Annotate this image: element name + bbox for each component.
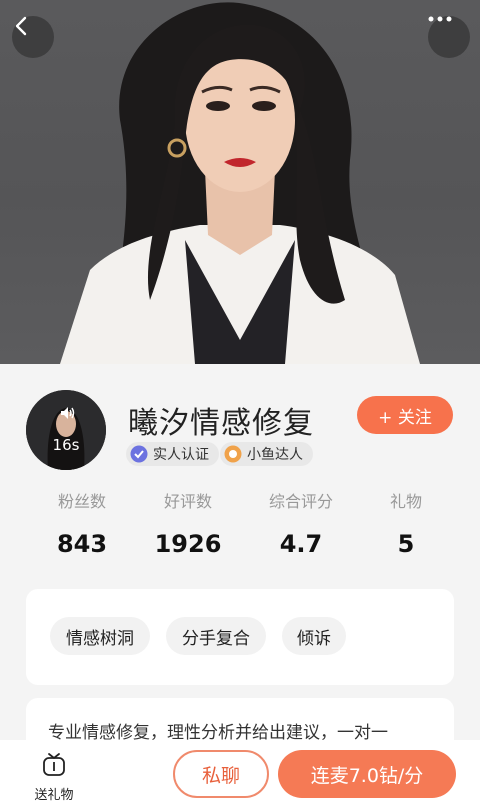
avatar[interactable]: 16s xyxy=(26,390,106,470)
back-button[interactable] xyxy=(12,16,54,58)
stat-label: 粉丝数 xyxy=(57,492,106,511)
stat-value: 4.7 xyxy=(279,530,323,558)
stat-value: 1926 xyxy=(154,530,222,558)
stat-fans: 粉丝数 843 xyxy=(32,488,132,558)
more-icon xyxy=(428,16,452,22)
voice-call-button[interactable]: 连麦7.0钻/分 xyxy=(278,750,456,798)
tag-item[interactable]: 倾诉 xyxy=(282,617,346,655)
follow-button[interactable]: + 关注 xyxy=(357,396,453,434)
tag-item[interactable]: 分手复合 xyxy=(166,617,266,655)
stat-label: 好评数 xyxy=(163,492,212,511)
tag-item[interactable]: 情感树洞 xyxy=(50,617,150,655)
real-person-label: 实人认证 xyxy=(153,447,209,463)
back-icon xyxy=(15,16,27,36)
fish-badge-icon xyxy=(224,445,242,463)
avatar-image xyxy=(26,390,106,470)
more-button[interactable] xyxy=(428,16,470,58)
stat-label: 礼物 xyxy=(389,492,422,511)
stat-value: 5 xyxy=(397,530,415,558)
fish-expert-badge: 小鱼达人 xyxy=(220,442,313,466)
profile-name: 曦汐情感修复 xyxy=(128,406,314,441)
sound-icon xyxy=(61,407,75,419)
gift-icon xyxy=(43,753,65,776)
stat-good-reviews: 好评数 1926 xyxy=(138,488,238,558)
bottom-action-bar: 送礼物 私聊 连麦7.0钻/分 xyxy=(0,740,480,803)
profile-section: 16s 曦汐情感修复 实人认证 小鱼达人 + 关注 粉丝数 843 好评数 19… xyxy=(0,364,480,578)
send-gift-label: 送礼物 xyxy=(34,788,74,803)
voice-duration: 16s xyxy=(52,436,80,454)
private-chat-button[interactable]: 私聊 xyxy=(173,750,269,798)
verified-icon xyxy=(130,445,148,463)
tags-card: 情感树洞 分手复合 倾诉 xyxy=(26,589,454,685)
stats-row: 粉丝数 843 好评数 1926 综合评分 4.7 礼物 5 xyxy=(0,488,480,568)
stat-value: 843 xyxy=(56,530,108,558)
stat-label: 综合评分 xyxy=(268,492,333,511)
stat-rating: 综合评分 4.7 xyxy=(251,488,351,558)
fish-expert-label: 小鱼达人 xyxy=(247,447,303,463)
stat-gifts: 礼物 5 xyxy=(356,488,456,558)
profile-photo xyxy=(0,0,480,364)
send-gift-button[interactable]: 送礼物 xyxy=(24,752,84,803)
real-person-badge: 实人认证 xyxy=(126,442,219,466)
portrait-illustration xyxy=(60,2,420,364)
